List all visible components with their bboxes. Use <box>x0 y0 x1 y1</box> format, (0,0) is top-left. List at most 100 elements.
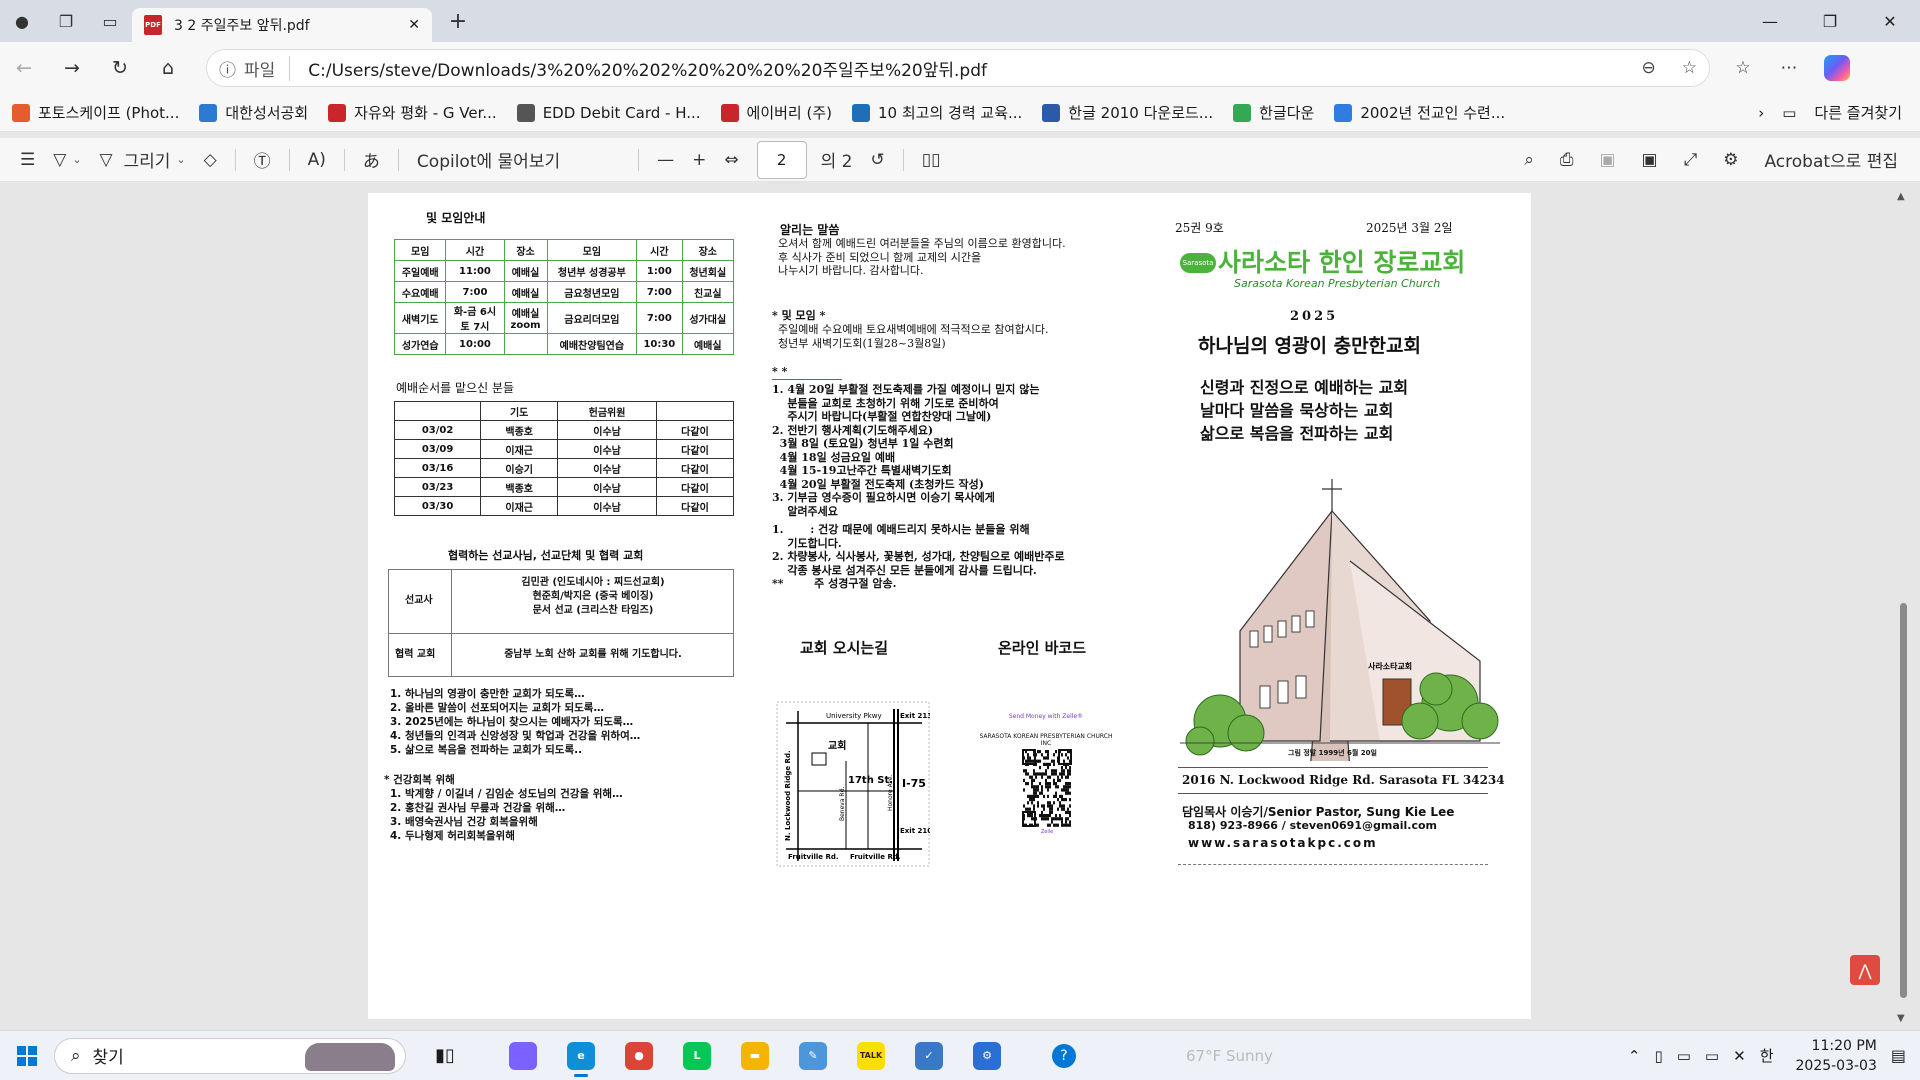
help-icon[interactable]: ? <box>1052 1043 1076 1068</box>
page-number-input[interactable]: 2 <box>756 140 807 179</box>
clock[interactable]: 11:20 PM 2025-03-03 <box>1796 1036 1877 1076</box>
scroll-up-icon[interactable]: ▲ <box>1897 191 1905 202</box>
workspaces-icon[interactable]: ❐ <box>44 0 88 42</box>
table-cell: 03/09 <box>393 439 482 459</box>
close-window-button[interactable]: ✕ <box>1860 12 1920 31</box>
text-line: 4월 20일 부활절 전도축제 (초청카드 작성) <box>772 477 984 491</box>
favorites-icon[interactable]: ☆ <box>1720 58 1766 78</box>
weather[interactable]: 67°F Sunny <box>1186 1047 1273 1065</box>
address-bar[interactable]: ⓘ 파일 C:/Users/steve/Downloads/3%20%20%20… <box>206 49 1710 87</box>
highlight-icon[interactable]: ▽ ⌄ <box>53 150 81 170</box>
monitor-icon[interactable]: ▭ <box>1677 1047 1691 1065</box>
scroll-down-icon[interactable]: ▼ <box>1897 1013 1905 1024</box>
kakaotalk-app[interactable]: TALK <box>842 1034 900 1078</box>
bookmark-item[interactable]: 10 최고의 경력 교육... <box>852 102 1022 123</box>
copilot-app[interactable] <box>494 1034 552 1078</box>
explorer-app[interactable]: ▬ <box>726 1034 784 1078</box>
bookmark-item[interactable]: 자유와 평화 - G Ver... <box>328 102 497 123</box>
acrobat-edit-button[interactable]: Acrobat으로 편집 <box>1764 147 1898 172</box>
print-icon[interactable]: ⎙ <box>1560 150 1574 170</box>
zoom-out-icon[interactable]: — <box>657 150 674 170</box>
notifications-icon[interactable]: ▤ <box>1891 1046 1906 1065</box>
eraser-icon[interactable]: ◇ <box>204 150 217 170</box>
rotate-icon[interactable]: ↺ <box>870 150 884 170</box>
fit-page-icon[interactable]: ⇔ <box>724 150 738 170</box>
table-cell: 기도 <box>480 401 559 421</box>
volume-muted-icon[interactable]: ✕ <box>1733 1047 1746 1065</box>
table-cell: 이수남 <box>557 420 657 440</box>
copilot-icon[interactable] <box>1824 55 1850 81</box>
bookmark-item[interactable]: 한글 2010 다운로드... <box>1042 102 1213 123</box>
close-tab-icon[interactable]: ✕ <box>408 17 420 33</box>
bookmark-item[interactable]: 포토스케이프 (Phot... <box>12 102 179 123</box>
paint-app[interactable]: ✎ <box>784 1034 842 1078</box>
home-button[interactable]: ⌂ <box>144 57 192 79</box>
other-favorites[interactable]: 다른 즐겨찾기 <box>1814 102 1902 123</box>
page-view-icon[interactable]: ▯▯ <box>922 150 941 170</box>
battery-icon[interactable]: ▭ <box>1705 1047 1719 1065</box>
start-button[interactable] <box>0 1045 54 1066</box>
table-cell: 이수남 <box>557 496 657 516</box>
chrome-app[interactable]: ● <box>610 1034 668 1078</box>
refresh-button[interactable]: ↻ <box>96 57 144 79</box>
search-highlight-image <box>305 1042 395 1071</box>
zoom-in-icon[interactable]: + <box>692 150 706 170</box>
task-view-button[interactable]: ▮▯ <box>416 1034 474 1078</box>
minimize-button[interactable]: — <box>1740 12 1800 31</box>
edge-app[interactable]: e <box>552 1034 610 1078</box>
table-cell: 03/02 <box>393 420 482 440</box>
info-icon[interactable]: ⓘ <box>219 56 236 81</box>
device-icon[interactable]: ▯ <box>1654 1047 1662 1065</box>
copilot-ask-button[interactable]: Copilot에 물어보기 <box>417 147 560 172</box>
bookmark-item[interactable]: EDD Debit Card - H... <box>516 103 701 122</box>
favorite-star-icon[interactable]: ☆ <box>1682 58 1697 78</box>
save-as-icon[interactable]: ▣ <box>1642 150 1658 170</box>
text-box-icon[interactable]: Ⓣ <box>254 147 271 172</box>
church-logo-icon: Sarasota <box>1180 253 1216 273</box>
pdf-page: 및 모임안내 모임 시간 장소 모임 시간 장소 주일예배 11:00 예배실 청년부 성경공부 1… <box>368 193 1531 1019</box>
vertical-scrollbar[interactable]: ▲ ▼ <box>1895 183 1911 1030</box>
bookmark-item[interactable]: 대한성서공회 <box>199 102 308 123</box>
translate-icon[interactable]: あ <box>363 147 380 172</box>
map-road-left: N. Lockwood Ridge Rd. <box>784 750 792 841</box>
ime-indicator[interactable]: 한 <box>1760 1045 1774 1066</box>
bookmark-item[interactable]: 에이버리 (주) <box>720 102 832 123</box>
line-app[interactable]: L <box>668 1034 726 1078</box>
save-icon[interactable]: ▣ <box>1599 150 1615 170</box>
new-tab-button[interactable]: + <box>442 9 474 34</box>
scroll-thumb[interactable] <box>1900 603 1907 998</box>
forward-button[interactable]: → <box>48 57 96 79</box>
contents-icon[interactable]: ☰ <box>20 150 35 170</box>
table-cell: 이승기 <box>480 458 559 478</box>
zelle-org: SARASOTA KOREAN PRESBYTERIAN CHURCH INC <box>979 733 1113 747</box>
taskbar-search[interactable]: ⌕ 찾기 <box>54 1037 406 1074</box>
settings-icon[interactable]: ⚙ <box>1723 150 1738 170</box>
fullscreen-icon[interactable]: ⤢ <box>1684 150 1698 170</box>
missionary-list: 김민관 (인도네시아 : 찌드선교회) 현준희/박지은 (중국 베이징) 문서 선교… <box>453 576 733 618</box>
profile-icon[interactable]: ● <box>0 0 44 42</box>
tab-actions-icon[interactable]: ▭ <box>88 0 132 42</box>
church-address: 2016 N. Lockwood Ridge Rd. Sarasota FL 3… <box>1182 773 1505 787</box>
zoom-icon[interactable]: ⊖ <box>1642 58 1656 78</box>
read-aloud-icon[interactable]: A) <box>308 150 326 170</box>
settings-app[interactable]: ⚙ <box>958 1034 1016 1078</box>
text-line: 2. 차량봉사, 식사봉사, 꽃봉헌, 성가대, 찬양팀으로 예배반주로 <box>772 550 1065 563</box>
url-text[interactable]: C:/Users/steve/Downloads/3%20%20%202%20%… <box>308 56 1615 81</box>
text-line: 4. 청년들의 인격과 신앙성장 및 학업과 건강을 위하여… <box>390 730 641 742</box>
tab-pdf[interactable]: PDF 3 2 주일주보 앞뒤.pdf ✕ <box>132 8 432 42</box>
back-button[interactable]: ← <box>0 57 48 79</box>
bookmark-item[interactable]: 2002년 전교인 수련... <box>1334 102 1505 123</box>
tray-chevron-icon[interactable]: ⌃ <box>1628 1047 1641 1065</box>
search-pdf-icon[interactable]: ⌕ <box>1524 150 1534 170</box>
pdf-viewer[interactable]: 및 모임안내 모임 시간 장소 모임 시간 장소 주일예배 11:00 예배실 청년부 성경공부 1… <box>0 183 1920 1030</box>
draw-button[interactable]: ▽ 그리기 ⌄ <box>100 147 186 173</box>
more-menu-icon[interactable]: ⋯ <box>1766 58 1812 78</box>
bookmark-item[interactable]: 한글다운 <box>1233 102 1314 123</box>
notice-title: 알리는 말씀 <box>780 223 840 237</box>
church-map: University Pkwy Exit 213 교회 17th St. I-7… <box>776 701 930 867</box>
restore-button[interactable]: ❐ <box>1800 12 1860 31</box>
table-cell: 이재근 <box>480 439 559 459</box>
editor-app[interactable]: ✓ <box>900 1034 958 1078</box>
acrobat-icon[interactable]: ⋀ <box>1850 955 1880 985</box>
bookmarks-chevron-icon[interactable]: › <box>1758 104 1764 122</box>
